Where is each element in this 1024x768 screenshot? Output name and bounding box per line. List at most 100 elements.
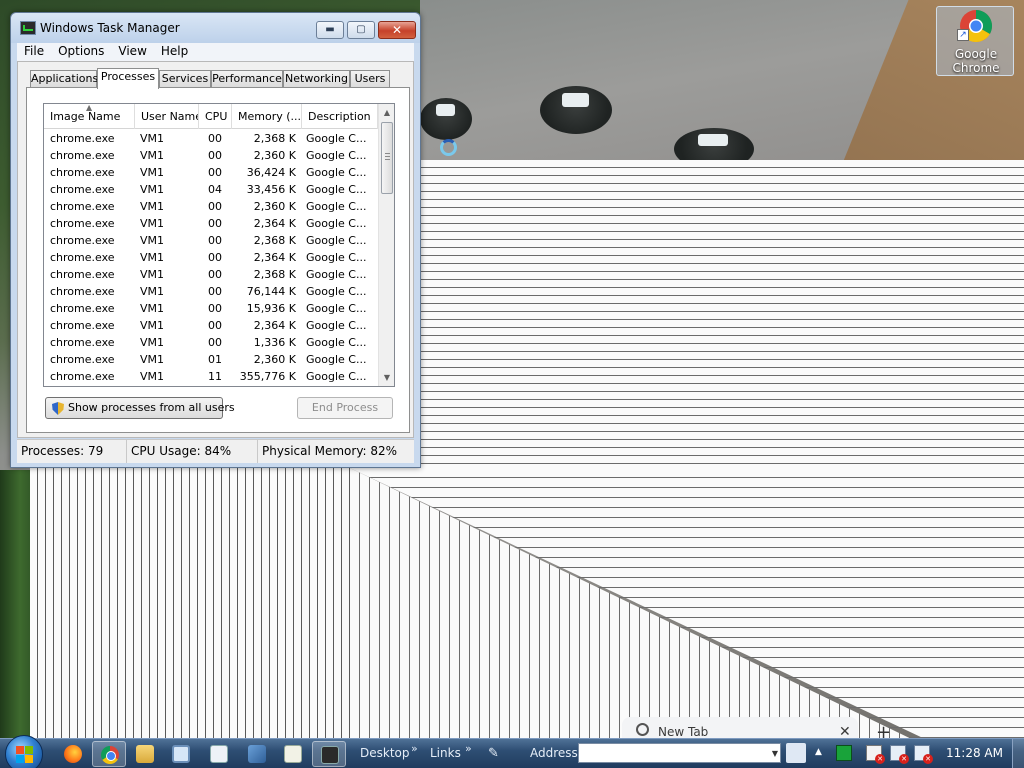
memory-cell: 2,368 K [253,268,296,281]
cpu-cell: 00 [208,268,222,281]
action-center-icon[interactable] [866,745,885,764]
show-all-processes-label: Show processes from all users [68,401,235,414]
scroll-thumb[interactable] [381,122,393,194]
status-physical-memory: Physical Memory: 82% [262,444,398,458]
taskbar-document[interactable] [202,741,236,767]
column-header-image-name[interactable]: ▲ Image Name [44,104,135,129]
sort-ascending-icon: ▲ [86,104,93,112]
uac-shield-icon [52,402,64,415]
address-go-button[interactable] [786,743,806,763]
tray-app-icon[interactable] [836,745,852,761]
description-cell: Google C... [306,234,367,247]
user-name-cell: VM1 [140,149,165,162]
process-list[interactable]: ▲ Image Name User Name CPU Memory (... De… [43,103,395,387]
tab-networking[interactable]: Networking [283,70,350,88]
memory-cell: 36,424 K [246,166,296,179]
close-button[interactable]: ✕ [378,21,416,39]
user-name-cell: VM1 [140,302,165,315]
show-hidden-icons-button[interactable]: ▲ [815,747,822,757]
taskbar-remote-desktop[interactable] [164,741,198,767]
address-input[interactable]: ▼ [578,743,781,763]
table-row[interactable]: chrome.exe VM1 00 1,336 K Google C... [44,334,378,351]
table-row[interactable]: chrome.exe VM1 00 2,368 K Google C... [44,130,378,147]
table-row[interactable]: chrome.exe VM1 00 15,936 K Google C... [44,300,378,317]
cpu-cell: 00 [208,285,222,298]
column-header-memory[interactable]: Memory (... [232,104,302,129]
menu-file[interactable]: File [17,43,51,60]
description-cell: Google C... [306,353,367,366]
taskbar-notes[interactable] [276,741,310,767]
memory-cell: 2,360 K [253,353,296,366]
table-row[interactable]: chrome.exe VM1 00 2,368 K Google C... [44,266,378,283]
process-name-cell: chrome.exe [50,234,115,247]
cpu-cell: 00 [208,302,222,315]
scroll-down-icon[interactable]: ▼ [379,369,394,386]
wallpaper-rock [420,98,472,140]
vertical-scrollbar[interactable]: ▲ ▼ [378,104,394,386]
tab-services[interactable]: Services [159,70,211,88]
end-process-button[interactable]: End Process [297,397,393,419]
ghost-window-artifacts [420,360,1024,470]
cpu-cell: 00 [208,200,222,213]
table-row[interactable]: chrome.exe VM1 00 2,364 K Google C... [44,317,378,334]
column-header-cpu[interactable]: CPU [199,104,232,129]
table-row[interactable]: chrome.exe VM1 00 2,364 K Google C... [44,249,378,266]
menu-options[interactable]: Options [51,43,111,60]
table-row[interactable]: chrome.exe VM1 01 2,360 K Google C... [44,351,378,368]
taskbar-tools[interactable] [240,741,274,767]
taskbar: Desktop » Links » ✎ Address ▼ ▲ 11:28 AM [0,735,1024,768]
column-header-description[interactable]: Description [302,104,378,129]
show-all-processes-button[interactable]: Show processes from all users [45,397,235,419]
taskbar-chrome[interactable] [92,741,126,767]
table-row[interactable]: chrome.exe VM1 00 2,360 K Google C... [44,147,378,164]
memory-cell: 2,368 K [253,234,296,247]
desktop-toolbar-label[interactable]: Desktop [360,746,410,760]
description-cell: Google C... [306,302,367,315]
chrome-icon [101,746,119,764]
table-row[interactable]: chrome.exe VM1 00 2,364 K Google C... [44,215,378,232]
table-row[interactable]: chrome.exe VM1 00 76,144 K Google C... [44,283,378,300]
table-row[interactable]: chrome.exe VM1 11 355,776 K Google C... [44,368,378,385]
user-name-cell: VM1 [140,217,165,230]
window-title: Windows Task Manager [40,21,180,35]
maximize-button[interactable]: ▢ [347,21,375,39]
links-toolbar-label[interactable]: Links [430,746,461,760]
title-bar[interactable]: Windows Task Manager ▬ ▢ ✕ [11,13,420,43]
table-row[interactable]: chrome.exe VM1 00 36,424 K Google C... [44,164,378,181]
menu-view[interactable]: View [111,43,153,60]
firefox-icon [64,745,82,763]
toolbar-chevron-icon[interactable]: » [465,742,472,755]
clock[interactable]: 11:28 AM [946,746,1003,760]
chevron-down-icon[interactable]: ▼ [772,744,778,763]
toolbar-chevron-icon[interactable]: » [411,742,418,755]
process-name-cell: chrome.exe [50,251,115,264]
table-row[interactable]: chrome.exe VM1 00 2,360 K Google C... [44,198,378,215]
taskbar-task-manager[interactable] [312,741,346,767]
tab-performance[interactable]: Performance [211,70,283,88]
menu-help[interactable]: Help [154,43,195,60]
memory-cell: 2,364 K [253,217,296,230]
taskbar-explorer[interactable] [128,741,162,767]
tab-processes[interactable]: Processes [97,68,159,89]
user-name-cell: VM1 [140,268,165,281]
volume-icon[interactable] [914,745,933,764]
process-name-cell: chrome.exe [50,166,115,179]
taskbar-firefox[interactable] [56,741,90,767]
edit-link-icon[interactable]: ✎ [488,746,499,761]
table-row[interactable]: chrome.exe VM1 00 2,368 K Google C... [44,232,378,249]
network-icon[interactable] [890,745,909,764]
table-row[interactable]: chrome.exe VM1 04 33,456 K Google C... [44,181,378,198]
user-name-cell: VM1 [140,200,165,213]
memory-cell: 1,336 K [253,336,296,349]
memory-cell: 2,368 K [253,132,296,145]
tab-applications[interactable]: Applications [30,70,98,88]
tab-users[interactable]: Users [350,70,390,88]
process-name-cell: chrome.exe [50,268,115,281]
desktop-shortcut-google-chrome[interactable]: ↗ Google Chrome [936,6,1014,76]
show-desktop-button[interactable] [1012,739,1024,768]
start-button[interactable] [5,735,43,768]
minimize-button[interactable]: ▬ [316,21,344,39]
column-header-user-name[interactable]: User Name [135,104,199,129]
scroll-up-icon[interactable]: ▲ [379,104,394,121]
task-manager-icon [321,746,339,764]
